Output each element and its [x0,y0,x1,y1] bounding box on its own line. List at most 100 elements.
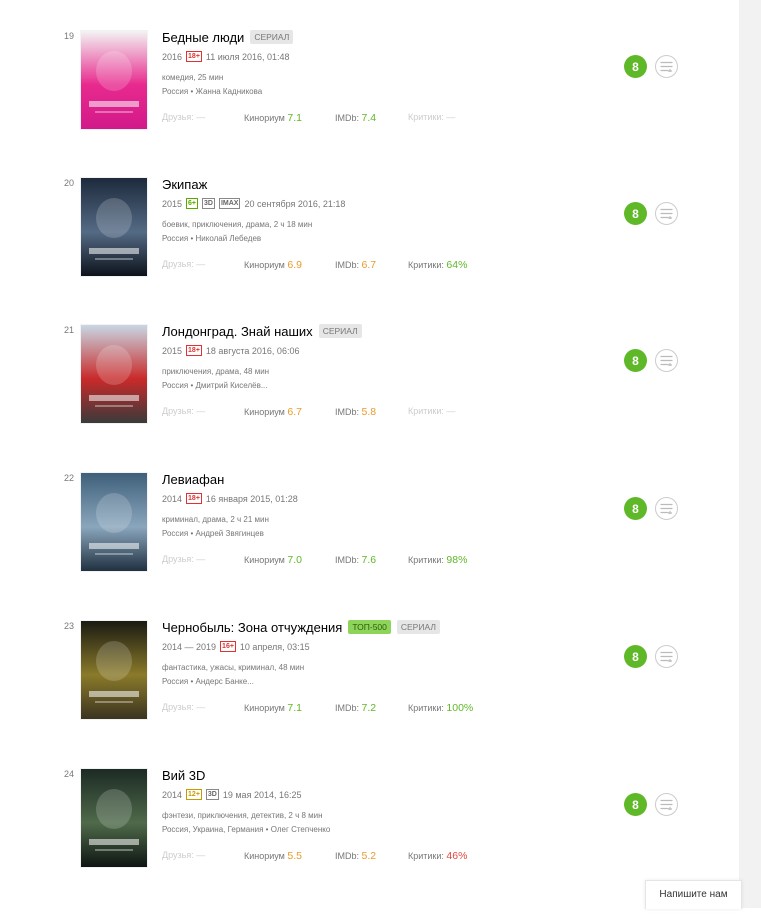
poster-image[interactable] [81,769,147,867]
meta-row: 2014 18+ 16 января 2015, 01:28 [162,493,298,504]
country-director: Россия, Украина, Германия • Олег Степчен… [162,825,331,834]
rate-button[interactable]: 8 [624,55,647,78]
title-row: Вий 3D [162,766,205,784]
poster-image[interactable] [81,178,147,276]
series-badge: СЕРИАЛ [250,30,294,44]
ratings-row: Друзья: — Кинориум 6.9 IMDb: 6.7 Критики: 6… [162,259,602,271]
rate-button[interactable]: 8 [624,497,647,520]
title-row: Экипаж [162,175,207,193]
imdb-label: IMDb: [335,260,360,270]
movie-title[interactable]: Экипаж [162,177,207,192]
ratings-row: Друзья: — Кинориум 7.0 IMDb: 7.6 Критики: 9… [162,554,602,566]
critics-rating: Критики: 46% [408,850,467,862]
critics-label: Критики: [408,555,444,565]
ratings-row: Друзья: — Кинориум 7.1 IMDb: 7.4 Критики: — [162,112,602,124]
movie-title[interactable]: Бедные люди [162,30,244,45]
imdb-rating: IMDb: 5.8 [335,406,376,418]
critics-label: Критики: [408,260,444,270]
critics-rating: Критики: — [408,112,455,122]
critics-value: 100% [446,702,474,714]
critics-rating: Критики: — [408,406,455,416]
kinorium-label: Кинориум [244,555,285,565]
friends-rating: Друзья: — [162,554,206,564]
critics-label: Критики: [408,112,444,122]
format-badge: 3D [202,198,215,209]
kinorium-value: 5.5 [287,850,302,862]
critics-value: — [446,112,456,122]
release-date: 18 августа 2016, 06:06 [205,345,300,356]
add-to-list-button[interactable] [655,202,678,225]
rank-number: 21 [64,325,75,335]
kinorium-rating: Кинориум 6.7 [244,406,302,418]
kinorium-value: 6.9 [287,259,302,271]
rank-number: 24 [64,769,75,779]
poster-image[interactable] [81,473,147,571]
critics-rating: Критики: 64% [408,259,467,271]
rate-button[interactable]: 8 [624,645,647,668]
feedback-button[interactable]: Напишите нам [645,880,742,909]
imdb-value: 7.6 [361,554,377,566]
imdb-label: IMDb: [335,851,360,861]
kinorium-label: Кинориум [244,407,285,417]
list-icon [660,799,673,810]
movie-title[interactable]: Чернобыль: Зона отчуждения [162,620,342,635]
kinorium-value: 7.1 [287,112,302,124]
country-director: Россия • Андерс Банке... [162,677,254,686]
friends-rating: Друзья: — [162,112,206,122]
poster-image[interactable] [81,31,147,129]
list-icon [660,61,673,72]
imdb-label: IMDb: [335,113,360,123]
critics-label: Критики: [408,703,444,713]
release-date: 19 мая 2014, 16:25 [222,789,302,800]
ratings-row: Друзья: — Кинориум 5.5 IMDb: 5.2 Критики: 4… [162,850,602,862]
movie-title[interactable]: Левиафан [162,472,224,487]
poster-image[interactable] [81,621,147,719]
country-director: Россия • Николай Лебедев [162,234,262,243]
add-to-list-button[interactable] [655,497,678,520]
age-rating-badge: 18+ [186,493,202,504]
imdb-label: IMDb: [335,555,360,565]
add-to-list-button[interactable] [655,793,678,816]
meta-row: 2014 — 2019 16+ 10 апреля, 03:15 [162,641,310,652]
rate-button[interactable]: 8 [624,349,647,372]
kinorium-label: Кинориум [244,851,285,861]
rank-number: 20 [64,178,75,188]
movie-item: 20 Экипаж 2015 6+ 3D IMAX 20 сентября 2016, 21… [0,175,739,326]
friends-rating: Друзья: — [162,259,206,269]
genre-duration: фантастика, ужасы, криминал, 48 мин [162,663,305,672]
kinorium-value: 6.7 [287,406,302,418]
movie-title[interactable]: Вий 3D [162,768,205,783]
meta-row: 2015 18+ 18 августа 2016, 06:06 [162,345,299,356]
kinorium-label: Кинориум [244,703,285,713]
imdb-rating: IMDb: 7.6 [335,554,376,566]
critics-value: 98% [446,554,468,566]
kinorium-rating: Кинориум 7.0 [244,554,302,566]
rate-button[interactable]: 8 [624,793,647,816]
add-to-list-button[interactable] [655,55,678,78]
release-date: 11 июля 2016, 01:48 [205,51,290,62]
series-badge: СЕРИАЛ [318,324,362,338]
movie-title[interactable]: Лондонград. Знай наших [162,324,313,339]
imdb-label: IMDb: [335,407,360,417]
title-row: Бедные люди СЕРИАЛ [162,28,294,46]
release-date: 20 сентября 2016, 21:18 [244,198,346,209]
meta-row: 2015 6+ 3D IMAX 20 сентября 2016, 21:18 [162,198,345,209]
movie-item: 23 Чернобыль: Зона отчуждения ТОП-500 СЕРИА… [0,620,739,769]
critics-value: 46% [446,850,468,862]
poster-image[interactable] [81,325,147,423]
imdb-value: 5.2 [361,850,377,862]
critics-value: 64% [446,259,468,271]
add-to-list-button[interactable] [655,349,678,372]
add-to-list-button[interactable] [655,645,678,668]
kinorium-label: Кинориум [244,260,285,270]
country-director: Россия • Андрей Звягинцев [162,529,264,538]
kinorium-rating: Кинориум 6.9 [244,259,302,271]
kinorium-label: Кинориум [244,113,285,123]
rank-number: 19 [64,31,75,41]
friends-rating: Друзья: — [162,702,206,712]
age-rating-badge: 18+ [186,51,202,62]
movie-item: 22 Левиафан 2014 18+ 16 января 2015, 01:28 кр… [0,472,739,621]
genre-duration: комедия, 25 мин [162,73,224,82]
meta-row: 2014 12+ 3D 19 мая 2014, 16:25 [162,789,301,800]
rate-button[interactable]: 8 [624,202,647,225]
